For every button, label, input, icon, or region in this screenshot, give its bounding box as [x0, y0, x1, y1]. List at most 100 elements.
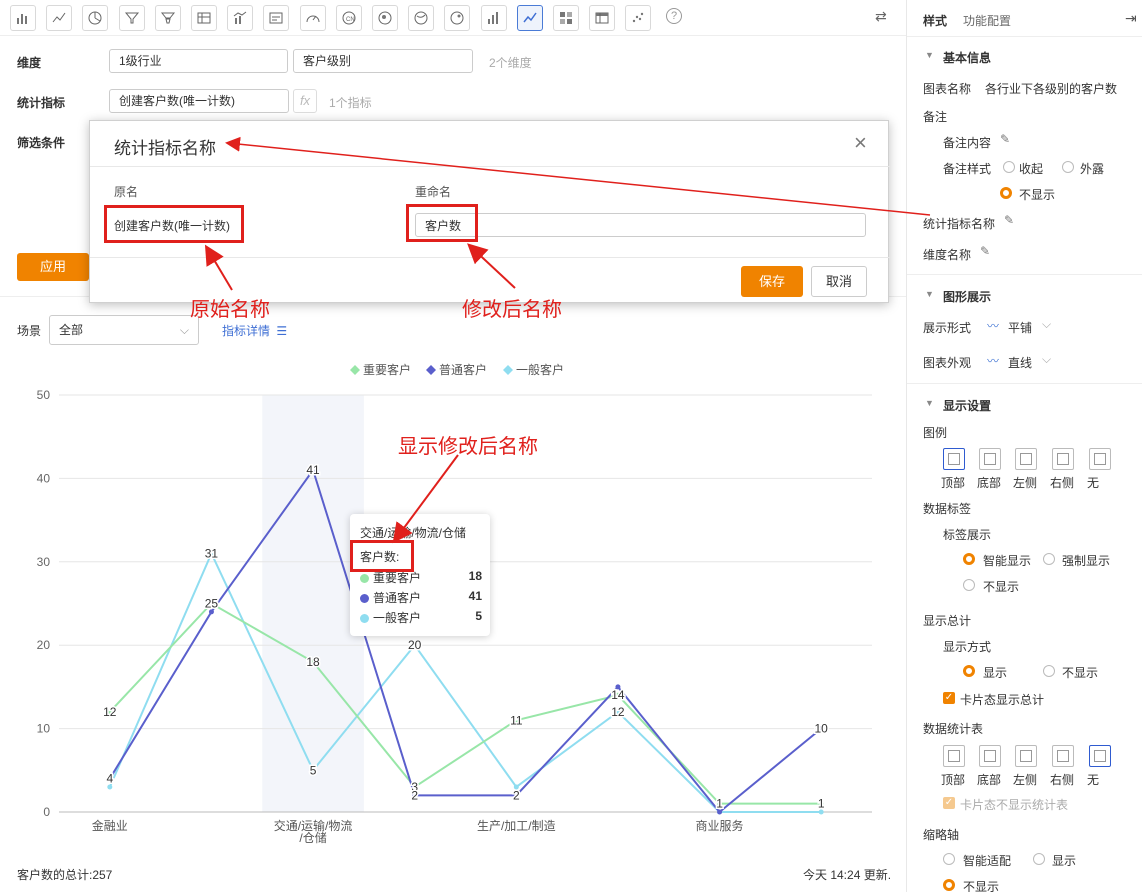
formula-button[interactable]: fx: [293, 89, 317, 113]
card-no-stat-checkbox[interactable]: ✓: [943, 797, 955, 809]
chevron-down-icon[interactable]: ⌵: [1042, 352, 1051, 367]
close-icon[interactable]: ×: [854, 132, 867, 154]
form-label: 展示形式: [923, 321, 972, 335]
chart-name-value[interactable]: 各行业下各级别的客户数: [985, 80, 1117, 97]
section-graphic[interactable]: 图形展示: [943, 288, 991, 305]
legend-marker-icon: [426, 365, 436, 375]
radio-no-label[interactable]: [963, 579, 975, 591]
y-tick-label: 0: [43, 805, 50, 819]
stat-table-position-4[interactable]: [1089, 745, 1111, 767]
radio-hide-total[interactable]: [1043, 665, 1055, 677]
legend-position-3[interactable]: [1052, 448, 1074, 470]
section-display[interactable]: 显示设置: [943, 397, 991, 414]
divider: [90, 166, 890, 167]
form-value[interactable]: 平铺: [1008, 319, 1032, 336]
radio-zoom-hide[interactable]: [943, 879, 955, 891]
legend-position-0[interactable]: [943, 448, 965, 470]
chevron-down-icon[interactable]: ⌵: [1042, 317, 1051, 332]
legend-label: 一般客户: [516, 362, 564, 377]
line-chart-active-icon[interactable]: [516, 5, 543, 31]
tooltip-highlight-box: [350, 540, 414, 572]
look-label: 图表外观: [923, 356, 972, 370]
legend-dot-icon: [360, 614, 369, 623]
data-label-label: 数据标签: [923, 502, 972, 516]
edit-icon[interactable]: ✎: [1004, 213, 1014, 227]
tab-style[interactable]: 样式: [923, 12, 947, 29]
card-total-checkbox[interactable]: ✓: [943, 692, 955, 704]
radio-zoom-show[interactable]: [1033, 853, 1045, 865]
radio-smart-show[interactable]: [963, 553, 975, 565]
radio-expose-label: 外露: [1080, 162, 1105, 176]
tab-function-config[interactable]: 功能配置: [963, 12, 1011, 29]
caret-down-icon[interactable]: ▼: [925, 398, 934, 408]
stat-table-position-0[interactable]: [943, 745, 965, 767]
legend-position-4[interactable]: [1089, 448, 1111, 470]
look-value[interactable]: 直线: [1008, 354, 1032, 371]
gauge-icon[interactable]: [299, 5, 326, 31]
stat-table-label: 数据统计表: [923, 722, 984, 736]
radio-hidden[interactable]: [1000, 187, 1012, 199]
caret-down-icon[interactable]: ▼: [925, 50, 934, 60]
cross-table-icon[interactable]: [589, 5, 616, 31]
cancel-button[interactable]: 取消: [811, 266, 867, 297]
dimension-chip-level[interactable]: 客户级别: [293, 49, 473, 73]
filter-label: 筛选条件: [17, 136, 66, 150]
legend-marker-icon: [503, 365, 513, 375]
scene-label: 场景: [17, 324, 42, 338]
funnel-icon[interactable]: [118, 5, 145, 31]
map-region-icon[interactable]: [372, 5, 398, 31]
y-tick-label: 30: [37, 555, 51, 569]
radio-show-total[interactable]: [963, 665, 975, 677]
switch-axis-icon[interactable]: ⇄: [875, 8, 887, 25]
stat-table-position-1[interactable]: [979, 745, 1001, 767]
scene-select[interactable]: 全部 ⌵: [49, 315, 199, 345]
map-alt-icon[interactable]: [444, 5, 471, 31]
scatter-icon[interactable]: [625, 5, 652, 31]
section-basic-info[interactable]: 基本信息: [943, 49, 991, 66]
legend-position-label: 无: [1087, 476, 1100, 490]
radio-zoom-hide-label: 不显示: [963, 880, 1000, 892]
edit-icon[interactable]: ✎: [1000, 132, 1010, 146]
stat-table-position-3[interactable]: [1052, 745, 1074, 767]
radio-expose[interactable]: [1062, 161, 1074, 173]
map-world-icon[interactable]: [408, 5, 435, 31]
bar-chart-icon[interactable]: [10, 5, 36, 31]
svg-text:CN: CN: [346, 17, 355, 23]
table-icon[interactable]: [191, 5, 217, 31]
legend-position-2[interactable]: [1015, 448, 1037, 470]
dimension-chip-industry[interactable]: 1级行业: [109, 49, 288, 73]
stat-table-position-label: 无: [1087, 773, 1100, 787]
x-tick-label: 金融业: [92, 818, 128, 833]
edit-icon[interactable]: ✎: [980, 244, 990, 258]
tooltip-title: 交通/运输/物流/仓储: [360, 526, 467, 540]
card-no-stat-label: 卡片态不显示统计表: [960, 798, 1069, 812]
bar-small-icon[interactable]: [480, 5, 507, 31]
metric-chip[interactable]: 创建客户数(唯一计数): [109, 89, 289, 113]
stat-table-position-2[interactable]: [1015, 745, 1037, 767]
legend-position-1[interactable]: [979, 448, 1001, 470]
card-icon[interactable]: [263, 5, 290, 31]
radio-collapse[interactable]: [1003, 161, 1015, 173]
caret-down-icon[interactable]: ▼: [925, 289, 934, 299]
metric-detail-label: 指标详情: [222, 324, 271, 338]
rename-highlight-box: [406, 204, 478, 242]
radio-force-show[interactable]: [1043, 553, 1055, 565]
help-icon[interactable]: ?: [666, 8, 682, 24]
combo-chart-icon[interactable]: [227, 5, 254, 31]
rename-input[interactable]: [415, 213, 866, 237]
line-chart-icon[interactable]: [46, 5, 73, 31]
funnel-alt-icon[interactable]: [154, 5, 181, 31]
legend-label: 图例: [923, 426, 948, 440]
save-button[interactable]: 保存: [741, 266, 803, 297]
heatmap-icon[interactable]: [553, 5, 579, 31]
apply-button[interactable]: 应用: [17, 253, 89, 281]
map-cn-icon[interactable]: CN: [335, 5, 362, 31]
chevron-down-icon: ⌵: [179, 323, 189, 337]
metric-detail-link[interactable]: 指标详情 ☰: [222, 322, 287, 339]
collapse-panel-icon[interactable]: ⇥: [1125, 10, 1137, 27]
original-name-highlight-box: [104, 205, 244, 243]
show-total-label: 显示总计: [923, 614, 972, 628]
pie-chart-icon[interactable]: [82, 5, 109, 31]
radio-zoom-smart[interactable]: [943, 853, 955, 865]
metric-name-label: 统计指标名称: [923, 217, 996, 231]
